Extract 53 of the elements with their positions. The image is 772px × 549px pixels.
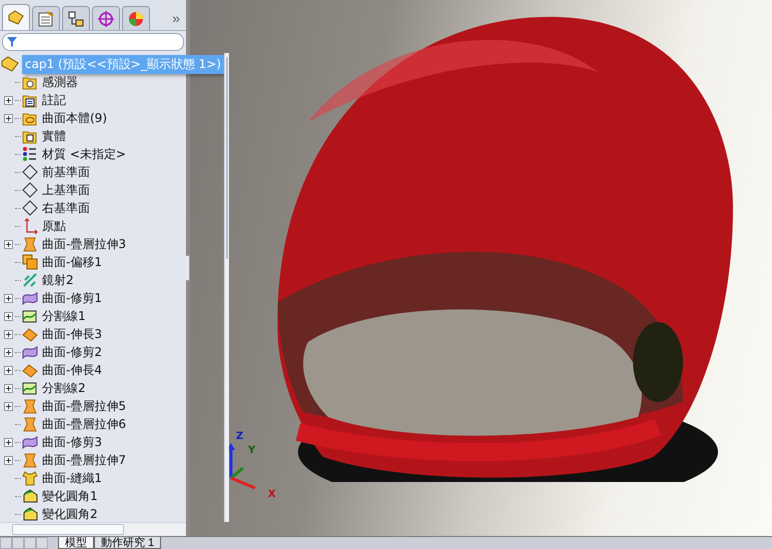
plane-icon xyxy=(22,164,38,180)
tree-item[interactable]: 曲面-修剪3 xyxy=(42,434,102,450)
tree-item[interactable]: 變化圓角1 xyxy=(42,488,98,504)
expand-button[interactable] xyxy=(4,384,13,392)
tree-item[interactable]: 變化圓角2 xyxy=(42,506,98,522)
tree-item[interactable]: 曲面-疊層拉伸5 xyxy=(42,398,126,414)
tree-item[interactable]: 曲面-疊層拉伸7 xyxy=(42,452,126,468)
filter-icon xyxy=(7,37,17,47)
tree-item[interactable]: 原點 xyxy=(42,218,66,234)
tree-item[interactable]: 曲面-修剪1 xyxy=(42,290,102,306)
x-axis-label: X xyxy=(268,489,276,500)
expand-button[interactable] xyxy=(4,330,13,338)
tree-item[interactable]: 曲面-疊層拉伸3 xyxy=(42,236,126,252)
tree-item[interactable]: 鏡射2 xyxy=(42,272,74,288)
tree-item[interactable]: 前基準面 xyxy=(42,164,90,180)
expand-button[interactable] xyxy=(4,348,13,356)
tree-item[interactable]: 曲面-縫織1 xyxy=(42,470,102,486)
tree-item[interactable]: 右基準面 xyxy=(42,200,90,216)
tree-item[interactable]: 上基準面 xyxy=(42,182,90,198)
tree-item[interactable]: 曲面-修剪2 xyxy=(42,344,102,360)
more-tabs-button[interactable]: » xyxy=(168,10,184,30)
bottom-tab[interactable]: 模型 xyxy=(58,537,94,549)
panel-tab[interactable] xyxy=(2,4,30,30)
filter-field[interactable] xyxy=(2,33,184,51)
part-icon xyxy=(1,56,19,72)
panel-tab[interactable] xyxy=(62,6,90,30)
tree-item[interactable]: 曲面本體(9) xyxy=(42,110,107,126)
panel-tab[interactable] xyxy=(32,6,60,30)
expand-button[interactable] xyxy=(4,240,13,248)
tree-item[interactable]: 感測器 xyxy=(42,74,78,90)
tree-item[interactable]: 曲面-偏移1 xyxy=(42,254,102,270)
plane-icon xyxy=(22,182,38,198)
bottom-tab[interactable]: 動作研究 1 xyxy=(94,537,162,549)
expand-button[interactable] xyxy=(4,456,13,464)
z-axis-label: Z xyxy=(236,431,244,442)
expand-button[interactable] xyxy=(4,96,13,104)
tree-item[interactable]: 實體 xyxy=(42,128,66,144)
y-axis-label: Y xyxy=(248,445,256,456)
plane-icon xyxy=(22,200,38,216)
tree-item[interactable]: 曲面-伸長3 xyxy=(42,326,102,342)
expand-button[interactable] xyxy=(4,438,13,446)
expand-button[interactable] xyxy=(4,366,13,374)
expand-button[interactable] xyxy=(4,294,13,302)
tree-item[interactable]: 曲面-疊層拉伸6 xyxy=(42,416,126,432)
expand-button[interactable] xyxy=(4,312,13,320)
tree-item[interactable]: 分割線2 xyxy=(42,380,86,396)
tree-item[interactable]: 分割線1 xyxy=(42,308,86,324)
tree-item[interactable]: 材質 <未指定> xyxy=(42,146,126,162)
expand-button[interactable] xyxy=(4,402,13,410)
expand-button[interactable] xyxy=(4,114,13,122)
tree-item[interactable]: 註記 xyxy=(42,92,66,108)
horizontal-scrollbar[interactable] xyxy=(0,522,186,536)
tree-item[interactable]: 曲面-伸長4 xyxy=(42,362,102,378)
